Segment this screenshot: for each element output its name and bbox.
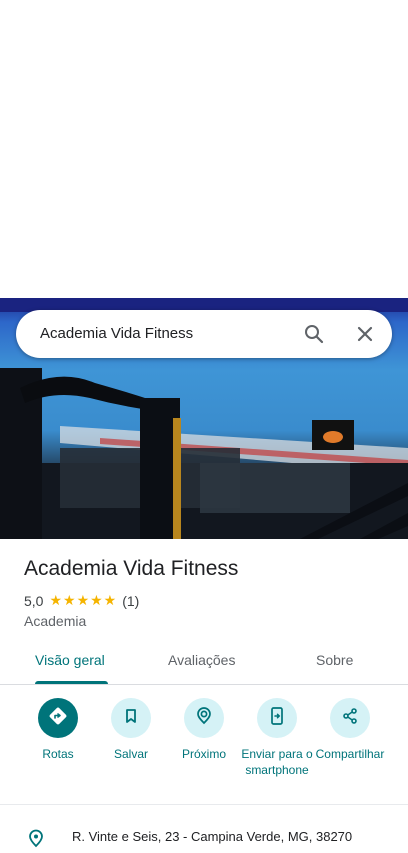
save-button[interactable]: Salvar <box>91 698 171 762</box>
rating-row[interactable]: 5,0 ★★★★★ (1) <box>24 592 139 609</box>
map-area[interactable] <box>0 0 408 298</box>
share-button[interactable]: Compartilhar <box>310 698 390 762</box>
search-bar[interactable]: Academia Vida Fitness <box>16 310 392 358</box>
rating-value: 5,0 <box>24 592 44 609</box>
send-to-phone-icon <box>268 706 286 731</box>
review-count[interactable]: (1) <box>122 593 139 609</box>
nearby-icon <box>194 706 214 731</box>
tab-bar: Visão geral Avaliações Sobre <box>0 640 408 685</box>
send-to-phone-button[interactable]: Enviar para o smartphone <box>237 698 317 778</box>
bookmark-icon <box>122 707 140 730</box>
place-category: Academia <box>24 613 87 629</box>
save-label: Salvar <box>113 747 148 761</box>
location-pin-icon <box>26 828 46 848</box>
tab-reviews[interactable]: Avaliações <box>168 652 235 668</box>
share-icon <box>341 707 359 730</box>
search-icon[interactable] <box>302 322 326 346</box>
close-icon[interactable] <box>353 322 377 346</box>
directions-icon <box>48 706 68 731</box>
send-to-phone-label: Enviar para o smartphone <box>241 747 313 777</box>
directions-label: Rotas <box>42 747 74 761</box>
nearby-button[interactable]: Próximo <box>164 698 244 762</box>
search-input[interactable]: Academia Vida Fitness <box>40 325 193 342</box>
tab-overview[interactable]: Visão geral <box>35 652 105 668</box>
tab-about[interactable]: Sobre <box>316 652 353 668</box>
address-text[interactable]: R. Vinte e Seis, 23 - Campina Verde, MG,… <box>72 829 352 844</box>
share-label: Compartilhar <box>315 747 385 761</box>
place-title: Academia Vida Fitness <box>24 557 239 580</box>
active-tab-indicator <box>35 681 108 684</box>
nearby-label: Próximo <box>181 747 226 761</box>
directions-button[interactable]: Rotas <box>18 698 98 762</box>
section-divider <box>0 804 408 805</box>
rating-stars: ★★★★★ <box>49 592 118 608</box>
